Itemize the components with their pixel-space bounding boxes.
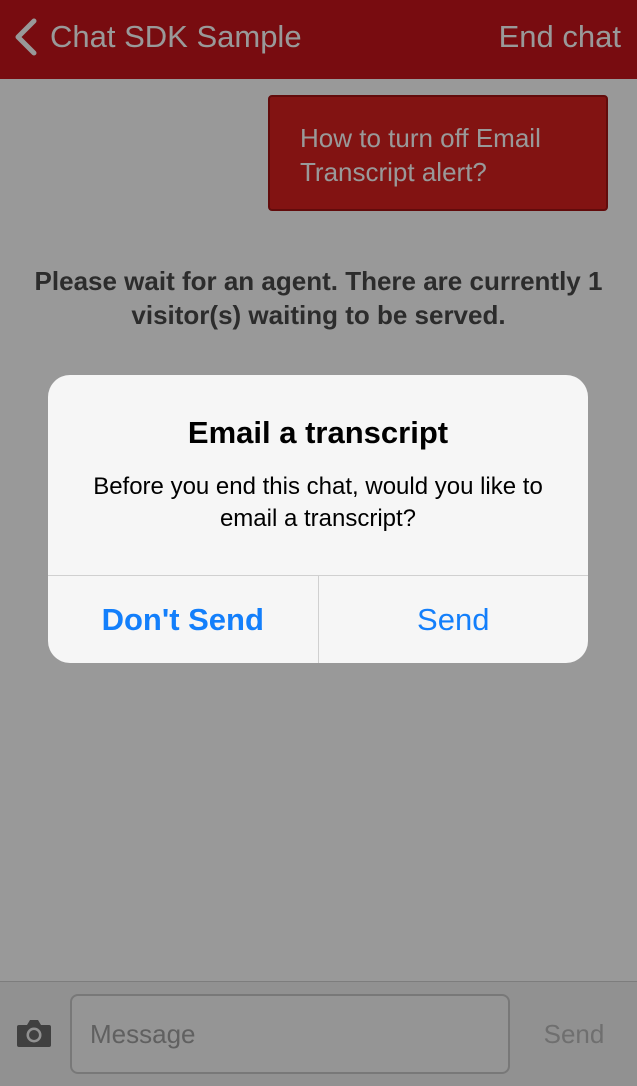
email-transcript-alert: Email a transcript Before you end this c…: [48, 375, 588, 663]
alert-title: Email a transcript: [187, 415, 449, 450]
dont-send-button[interactable]: Don't Send: [48, 576, 318, 663]
alert-message: Before you end this chat, would you like…: [93, 473, 543, 532]
alert-button-row: Don't Send Send: [48, 575, 588, 663]
send-transcript-button[interactable]: Send: [317, 576, 589, 663]
